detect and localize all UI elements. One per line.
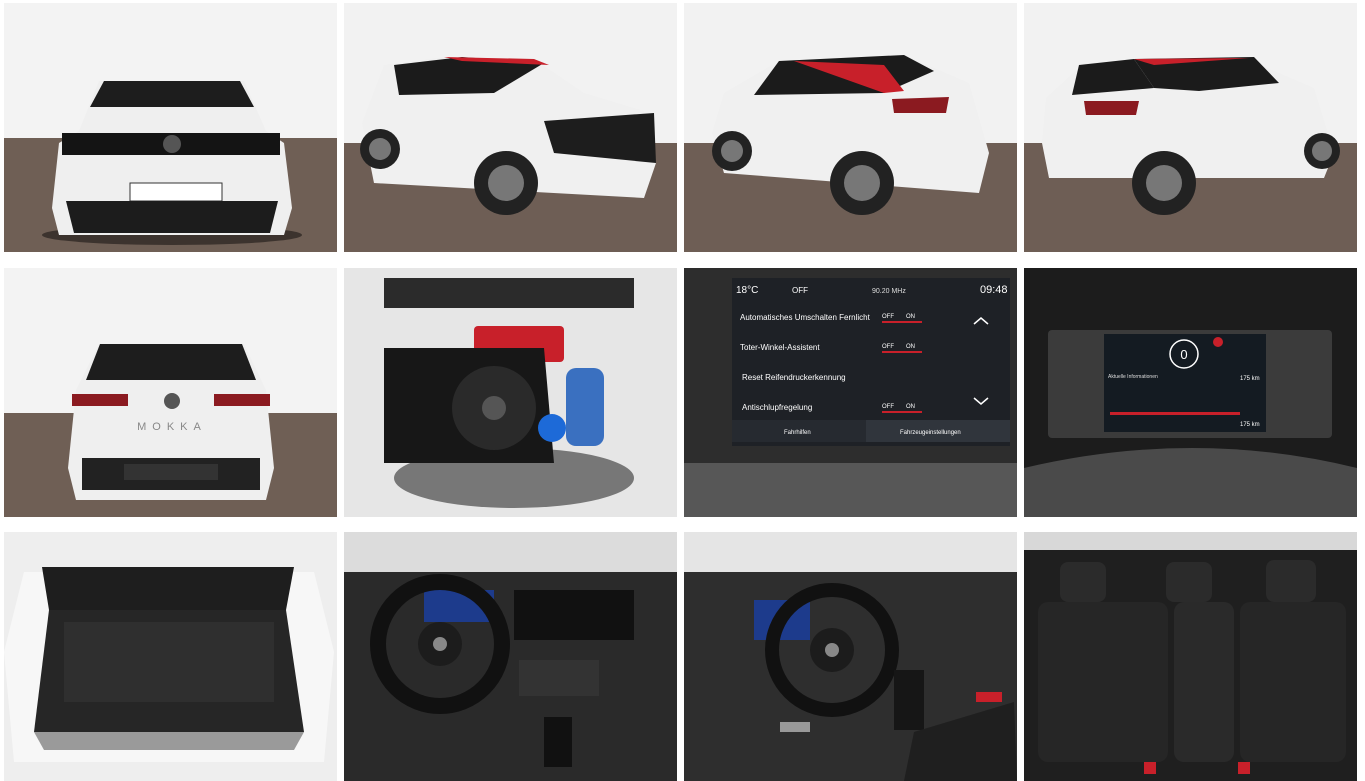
- info-tab: Fahrzeugeinstellungen: [900, 430, 961, 436]
- rear-badge-text: MOKKA: [137, 421, 207, 433]
- photo-spare-wheel-well[interactable]: [344, 268, 677, 517]
- info-row-label: Automatisches Umschalten Fernlicht: [740, 313, 871, 322]
- photo-rear-three-quarter-view[interactable]: [684, 3, 1017, 252]
- photo-trunk[interactable]: [4, 532, 337, 781]
- photo-cockpit-side-view[interactable]: [684, 532, 1017, 781]
- info-row-label: Toter-Winkel-Assistent: [740, 343, 820, 352]
- photo-front-view[interactable]: [4, 3, 337, 252]
- front-view-image: [4, 3, 337, 252]
- info-clock: 09:48: [980, 284, 1008, 296]
- info-tab: Fahrhilfen: [784, 430, 811, 436]
- info-row-on: ON: [906, 344, 915, 350]
- info-row-off: OFF: [882, 344, 894, 350]
- rear-seats-image: [1024, 532, 1357, 781]
- info-row-on: ON: [906, 404, 915, 410]
- info-temperature: 18°C: [736, 285, 758, 296]
- dashboard-image: [344, 532, 677, 781]
- info-radio-freq: 90.20 MHz: [872, 288, 906, 295]
- info-row-label: Antischlupfregelung: [742, 403, 812, 412]
- info-row-label: Reset Reifendruckerkennung: [742, 373, 846, 382]
- photo-rear-side-view[interactable]: [1024, 3, 1357, 252]
- infotainment-screen-image: 18°C OFF 90.20 MHz 09:48 Automatisches U…: [684, 268, 1017, 517]
- rear-side-image: [1024, 3, 1357, 252]
- photo-rear-seats[interactable]: [1024, 532, 1357, 781]
- cockpit-side-image: [684, 532, 1017, 781]
- spare-wheel-well-image: [344, 268, 677, 517]
- trunk-image: [4, 532, 337, 781]
- rear-view-image: MOKKA: [4, 268, 337, 517]
- info-ac-status: OFF: [792, 286, 808, 295]
- photo-dashboard[interactable]: [344, 532, 677, 781]
- instrument-cluster-image: 0 Aktuelle Informationen 175 km 175 km: [1024, 268, 1357, 517]
- photo-rear-view[interactable]: MOKKA: [4, 268, 337, 517]
- front-three-quarter-image: [344, 3, 677, 252]
- photo-instrument-cluster[interactable]: 0 Aktuelle Informationen 175 km 175 km: [1024, 268, 1357, 517]
- rear-three-quarter-image: [684, 3, 1017, 252]
- info-row-on: ON: [906, 314, 915, 320]
- cluster-range-top: 175 km: [1240, 376, 1260, 382]
- info-row-off: OFF: [882, 404, 894, 410]
- photo-infotainment-screen[interactable]: 18°C OFF 90.20 MHz 09:48 Automatisches U…: [684, 268, 1017, 517]
- cluster-info-title: Aktuelle Informationen: [1108, 374, 1158, 380]
- info-row-off: OFF: [882, 314, 894, 320]
- cluster-range-bottom: 175 km: [1240, 422, 1260, 428]
- cluster-speed: 0: [1180, 347, 1187, 362]
- photo-front-three-quarter-view[interactable]: [344, 3, 677, 252]
- photo-gallery-grid: MOKKA 18°C OFF 90.20 MHz 09:48 Automatis…: [0, 0, 1365, 781]
